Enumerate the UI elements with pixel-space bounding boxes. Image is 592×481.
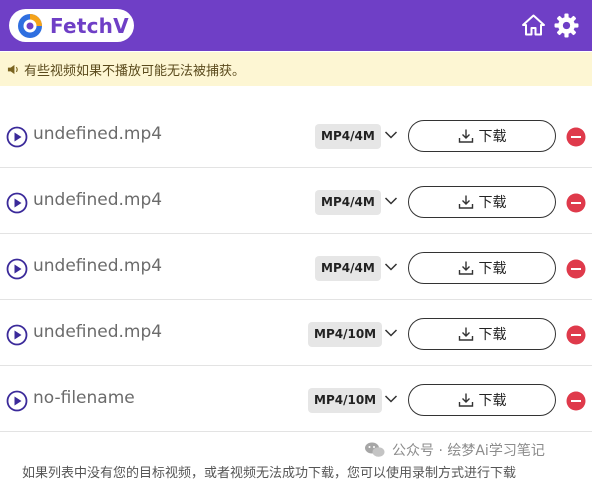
video-filename: undefined.mp4 xyxy=(33,124,163,144)
video-filename: undefined.mp4 xyxy=(33,256,163,276)
video-row: undefined.mp4 MP4/4M 下载 xyxy=(0,168,592,234)
format-badge[interactable]: MP4/10M xyxy=(308,322,383,347)
chevron-down-icon[interactable] xyxy=(384,130,398,140)
remove-circle-icon[interactable] xyxy=(566,259,586,279)
play-circle-icon[interactable] xyxy=(6,258,28,280)
download-button[interactable]: 下载 xyxy=(408,318,556,350)
footer-hint: 如果列表中没有您的目标视频，或者视频无法成功下载，您可以使用录制方式进行下载 xyxy=(22,466,517,481)
download-button[interactable]: 下载 xyxy=(408,120,556,152)
download-icon xyxy=(458,393,473,407)
play-circle-icon[interactable] xyxy=(6,324,28,346)
format-badge[interactable]: MP4/10M xyxy=(308,388,383,413)
remove-circle-icon[interactable] xyxy=(566,325,586,345)
format-badge[interactable]: MP4/4M xyxy=(315,124,381,149)
header-bar: FetchV xyxy=(0,0,592,51)
brand-name: FetchV xyxy=(50,13,129,38)
download-label: 下载 xyxy=(478,195,507,211)
video-row: undefined.mp4 MP4/10M 下载 xyxy=(0,300,592,366)
speaker-icon xyxy=(7,64,18,74)
chevron-down-icon[interactable] xyxy=(384,262,398,272)
play-circle-icon[interactable] xyxy=(6,390,28,412)
remove-circle-icon[interactable] xyxy=(566,391,586,411)
play-circle-icon[interactable] xyxy=(6,192,28,214)
wechat-icon xyxy=(365,442,385,457)
video-row: undefined.mp4 MP4/4M 下载 xyxy=(0,234,592,300)
format-badge[interactable]: MP4/4M xyxy=(315,256,381,281)
video-list: undefined.mp4 MP4/4M 下载 undefined.mp4 MP… xyxy=(0,102,592,432)
chevron-down-icon[interactable] xyxy=(384,328,398,338)
video-filename: undefined.mp4 xyxy=(33,190,163,210)
remove-circle-icon[interactable] xyxy=(566,127,586,147)
video-row: no-filename MP4/10M 下载 xyxy=(0,366,592,432)
watermark: 公众号 · 绘梦Ai学习笔记 xyxy=(364,439,545,461)
fetchv-logo-icon xyxy=(18,13,42,38)
chevron-down-icon[interactable] xyxy=(384,394,398,404)
download-label: 下载 xyxy=(478,393,507,409)
download-icon xyxy=(458,327,473,341)
play-circle-icon[interactable] xyxy=(6,126,28,148)
download-icon xyxy=(458,261,473,275)
remove-circle-icon[interactable] xyxy=(566,193,586,213)
download-label: 下载 xyxy=(478,261,507,277)
download-icon xyxy=(458,129,473,143)
download-label: 下载 xyxy=(478,327,507,343)
download-button[interactable]: 下载 xyxy=(408,384,556,416)
home-icon[interactable] xyxy=(521,13,546,37)
download-icon xyxy=(458,195,473,209)
video-filename: no-filename xyxy=(33,388,135,408)
watermark-text: 公众号 · 绘梦Ai学习笔记 xyxy=(392,443,545,459)
download-button[interactable]: 下载 xyxy=(408,252,556,284)
gear-icon[interactable] xyxy=(554,13,579,38)
notice-banner: 有些视频如果不播放可能无法被捕获。 xyxy=(0,52,592,86)
notice-text: 有些视频如果不播放可能无法被捕获。 xyxy=(24,63,246,79)
video-filename: undefined.mp4 xyxy=(33,322,163,342)
video-row: undefined.mp4 MP4/4M 下载 xyxy=(0,102,592,168)
format-badge[interactable]: MP4/4M xyxy=(315,190,381,215)
brand: FetchV xyxy=(9,9,134,42)
chevron-down-icon[interactable] xyxy=(384,196,398,206)
download-button[interactable]: 下载 xyxy=(408,186,556,218)
download-label: 下载 xyxy=(478,129,507,145)
